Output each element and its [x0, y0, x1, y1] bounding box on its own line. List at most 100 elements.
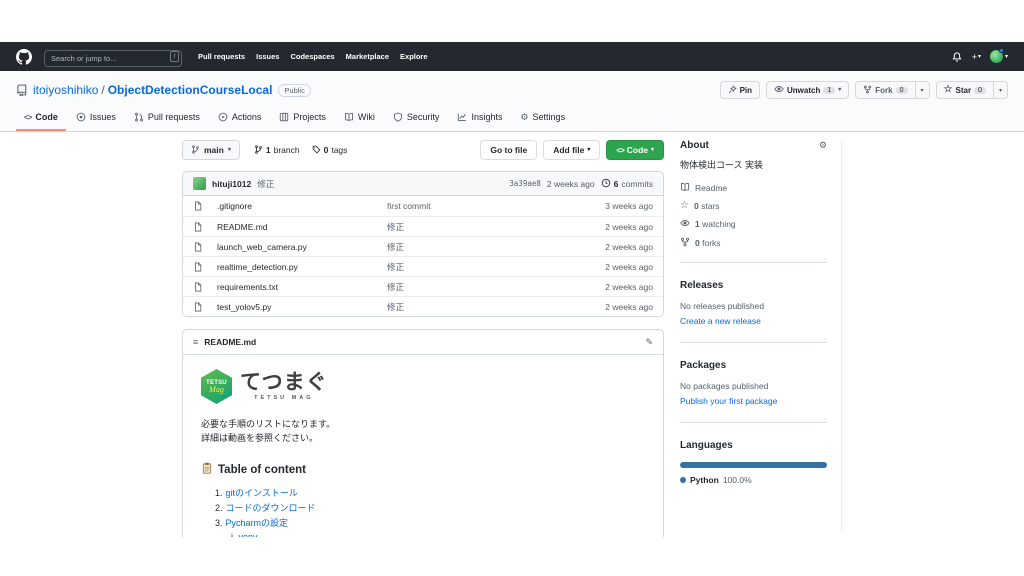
file-link[interactable]: .gitignore	[217, 201, 387, 211]
nav-codespaces[interactable]: Codespaces	[290, 52, 334, 61]
commit-message-link[interactable]: 修正	[387, 221, 569, 233]
book-icon	[680, 182, 690, 194]
toc-link[interactable]: gitのインストール	[226, 486, 298, 501]
user-menu[interactable]: ▾	[990, 50, 1008, 63]
language-row[interactable]: Python 100.0%	[680, 475, 827, 485]
tab-actions[interactable]: Actions	[210, 106, 270, 131]
tab-settings[interactable]: ⚙ Settings	[512, 106, 573, 131]
table-row[interactable]: launch_web_camera.py 修正 2 weeks ago	[183, 236, 663, 256]
table-row[interactable]: test_yolov5.py 修正 2 weeks ago	[183, 296, 663, 316]
gear-icon[interactable]: ⚙	[819, 141, 827, 150]
toc-item-nested: i. venv	[215, 530, 645, 537]
file-link[interactable]: test_yolov5.py	[217, 302, 387, 312]
watching-link[interactable]: 1 watching	[680, 218, 827, 230]
fork-icon	[863, 85, 872, 96]
toc-link[interactable]: コードのダウンロード	[226, 501, 316, 516]
commit-message-link[interactable]: 修正	[387, 241, 569, 253]
code-download-button[interactable]: <> Code ▾	[606, 140, 664, 160]
add-file-button[interactable]: Add file▾	[543, 140, 600, 160]
go-to-file-button[interactable]: Go to file	[480, 140, 537, 160]
repo-book-icon	[16, 84, 28, 96]
edit-pencil-icon[interactable]: ✎	[645, 337, 653, 348]
commit-author-link[interactable]: hituji1012	[212, 179, 251, 189]
github-logo-icon[interactable]	[16, 49, 32, 65]
repo-name-link[interactable]: ObjectDetectionCourseLocal	[108, 83, 273, 97]
clipboard-icon	[201, 461, 213, 479]
tags-link[interactable]: 0 tags	[312, 145, 348, 156]
nav-pull-requests[interactable]: Pull requests	[198, 52, 245, 61]
tab-security[interactable]: Security	[385, 106, 448, 131]
stars-link[interactable]: ☆ 0 stars	[680, 201, 827, 211]
tab-projects[interactable]: Projects	[271, 106, 334, 131]
shield-icon	[393, 112, 403, 122]
star-dropdown[interactable]: ▾	[994, 81, 1008, 99]
file-link[interactable]: requirements.txt	[217, 282, 387, 292]
create-release-link[interactable]: Create a new release	[680, 316, 761, 326]
fork-button[interactable]: Fork 0	[855, 81, 915, 99]
nav-issues[interactable]: Issues	[256, 52, 279, 61]
tab-insights[interactable]: Insights	[449, 106, 510, 131]
file-link[interactable]: realtime_detection.py	[217, 262, 387, 272]
list-icon[interactable]: ≡	[193, 337, 198, 347]
table-row[interactable]: realtime_detection.py 修正 2 weeks ago	[183, 256, 663, 276]
packages-title: Packages	[680, 360, 726, 371]
fork-dropdown[interactable]: ▾	[916, 81, 930, 99]
file-date: 3 weeks ago	[569, 201, 653, 211]
commit-date: 2 weeks ago	[547, 179, 595, 189]
tetsumag-hexagon-badge: TETSU Mag	[201, 369, 232, 404]
file-link[interactable]: launch_web_camera.py	[217, 242, 387, 252]
file-date: 2 weeks ago	[569, 262, 653, 272]
commit-author-avatar[interactable]	[193, 177, 206, 190]
tab-wiki[interactable]: Wiki	[336, 106, 383, 131]
branch-icon	[191, 145, 200, 156]
eye-icon	[774, 84, 784, 96]
tab-issues[interactable]: Issues	[68, 106, 124, 131]
file-icon	[193, 302, 217, 312]
toc-link[interactable]: venv	[239, 530, 258, 537]
packages-empty-text: No packages published	[680, 381, 827, 391]
file-icon	[193, 222, 217, 232]
create-new-menu[interactable]: +▾	[972, 52, 981, 62]
about-meta-list: Readme ☆ 0 stars 1 watching 0 forks	[680, 182, 827, 249]
table-row[interactable]: README.md 修正 2 weeks ago	[183, 216, 663, 236]
unwatch-button[interactable]: Unwatch 1 ▾	[766, 81, 849, 99]
search-box: /	[44, 48, 182, 65]
tab-code[interactable]: <> Code	[16, 106, 66, 131]
star-split-button: ☆ Star 0 ▾	[936, 81, 1008, 99]
commit-hash-link[interactable]: 3a39ae8	[509, 179, 541, 188]
history-clock-icon	[601, 178, 611, 190]
branches-link[interactable]: 1 branch	[254, 145, 300, 156]
tab-pull-requests[interactable]: Pull requests	[126, 106, 208, 131]
fork-count: 0	[896, 87, 908, 94]
packages-section: Packages No packages published Publish y…	[680, 342, 827, 409]
notifications-bell-icon[interactable]	[951, 51, 963, 63]
publish-package-link[interactable]: Publish your first package	[680, 396, 777, 406]
repo-description: 物体検出コース 実装	[680, 159, 827, 172]
watch-count: 1	[823, 87, 835, 94]
search-input[interactable]	[44, 50, 182, 67]
readme-link[interactable]: Readme	[680, 182, 827, 194]
commit-message-link[interactable]: 修正	[387, 281, 569, 293]
file-link[interactable]: README.md	[217, 222, 387, 232]
commit-history-link[interactable]: 6 commits	[601, 178, 653, 190]
forks-link[interactable]: 0 forks	[680, 237, 827, 249]
fork-split-button: Fork 0 ▾	[855, 81, 929, 99]
branch-icon	[254, 145, 263, 156]
commit-message-link[interactable]: 修正	[257, 178, 274, 190]
commit-message-link[interactable]: 修正	[387, 301, 569, 313]
toc-link[interactable]: Pycharmの設定	[226, 516, 289, 531]
table-row[interactable]: .gitignore first commit 3 weeks ago	[183, 196, 663, 216]
nav-explore[interactable]: Explore	[400, 52, 428, 61]
repo-header: itoiyoshihiko / ObjectDetectionCourseLoc…	[0, 71, 1024, 132]
star-button[interactable]: ☆ Star 0	[936, 81, 994, 99]
code-column: main ▾ 1 branch 0 tags	[182, 140, 664, 537]
commit-message-link[interactable]: first commit	[387, 201, 569, 211]
branch-selector[interactable]: main ▾	[182, 140, 240, 160]
repo-owner-link[interactable]: itoiyoshihiko	[33, 83, 98, 97]
table-row[interactable]: requirements.txt 修正 2 weeks ago	[183, 276, 663, 296]
python-color-dot	[680, 477, 686, 483]
nav-marketplace[interactable]: Marketplace	[346, 52, 389, 61]
chevron-down-icon: ▾	[587, 147, 590, 153]
commit-message-link[interactable]: 修正	[387, 261, 569, 273]
pin-button[interactable]: Pin	[720, 81, 760, 99]
